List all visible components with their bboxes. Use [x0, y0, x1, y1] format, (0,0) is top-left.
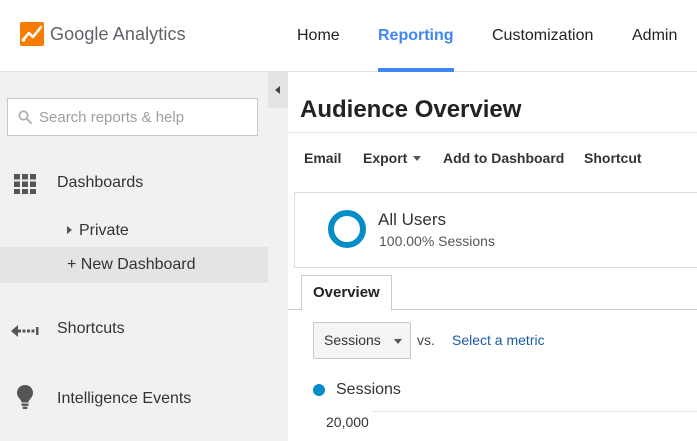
- nav-customization[interactable]: Customization: [492, 0, 593, 72]
- chart-gridline: [372, 411, 697, 412]
- top-header: Google Analytics Home Reporting Customiz…: [0, 0, 697, 72]
- nav-home[interactable]: Home: [297, 0, 340, 72]
- sidebar-subitem-label: + New Dashboard: [67, 256, 196, 273]
- sidebar-item-dashboards[interactable]: Dashboards: [0, 172, 268, 196]
- sidebar-subitem-label: Private: [67, 213, 129, 249]
- search-box[interactable]: [7, 98, 258, 136]
- app-name: Google Analytics: [50, 23, 186, 44]
- sidebar-item-label: Dashboards: [57, 174, 144, 191]
- nav-customization-label: Customization: [492, 27, 594, 44]
- app-logo[interactable]: Google Analytics: [20, 20, 186, 48]
- shortcut-button[interactable]: Shortcut: [584, 133, 642, 189]
- sidebar-item-label: Intelligence Events: [57, 390, 192, 407]
- y-axis-tick-label: 20,000: [326, 414, 369, 430]
- email-button[interactable]: Email: [304, 133, 341, 189]
- lightbulb-icon: [14, 385, 36, 409]
- shortcut-arrow-icon: [11, 320, 39, 342]
- page-title: Audience Overview: [300, 96, 522, 123]
- chart-legend: Sessions: [313, 381, 401, 399]
- caret-down-icon: [394, 339, 402, 344]
- nav-reporting-label: Reporting: [378, 27, 454, 44]
- email-label: Email: [304, 150, 342, 166]
- legend-label: Sessions: [336, 381, 401, 398]
- export-button[interactable]: Export: [363, 133, 422, 189]
- sidebar-item-intelligence-events[interactable]: Intelligence Events: [0, 385, 268, 412]
- nav-home-label: Home: [297, 27, 340, 44]
- segment-name: All Users: [378, 210, 447, 229]
- sidebar-item-label: Shortcuts: [57, 320, 125, 337]
- analytics-logo-icon: [20, 22, 44, 46]
- export-label: Export: [363, 150, 408, 166]
- segment-panel[interactable]: All Users 100.00% Sessions: [294, 192, 697, 268]
- sidebar-collapse-button[interactable]: [268, 72, 288, 108]
- chevron-left-icon: [275, 86, 280, 94]
- sidebar-item-new-dashboard[interactable]: + New Dashboard: [0, 247, 268, 283]
- report-toolbar: Email Export Add to Dashboard Shortcut: [288, 132, 697, 188]
- caret-right-icon: [67, 225, 72, 234]
- nav-reporting[interactable]: Reporting: [378, 0, 454, 72]
- add-to-dashboard-button[interactable]: Add to Dashboard: [443, 133, 564, 189]
- private-label: Private: [79, 222, 129, 239]
- metric-dropdown[interactable]: Sessions: [313, 322, 411, 359]
- report-tabs: Overview: [288, 272, 697, 311]
- search-icon: [18, 110, 32, 124]
- segment-donut-icon: [328, 210, 366, 248]
- sidebar-item-shortcuts[interactable]: Shortcuts: [0, 318, 268, 342]
- sidebar-item-private[interactable]: Private: [0, 213, 268, 249]
- main-content: Audience Overview Email Export Add to Da…: [288, 72, 697, 441]
- shortcut-label: Shortcut: [584, 150, 642, 166]
- metric-dropdown-value: Sessions: [324, 332, 381, 348]
- nav-admin-label: Admin: [632, 27, 678, 44]
- search-input[interactable]: [39, 108, 239, 126]
- vs-label: vs.: [417, 332, 435, 348]
- nav-admin[interactable]: Admin: [632, 0, 677, 72]
- select-metric-link[interactable]: Select a metric: [452, 332, 545, 348]
- segment-detail: 100.00% Sessions: [379, 233, 495, 249]
- add-to-dashboard-label: Add to Dashboard: [443, 150, 565, 166]
- grid-icon: [14, 173, 36, 195]
- tab-overview[interactable]: Overview: [301, 275, 392, 311]
- legend-dot: [313, 384, 325, 396]
- caret-down-icon: [413, 155, 422, 161]
